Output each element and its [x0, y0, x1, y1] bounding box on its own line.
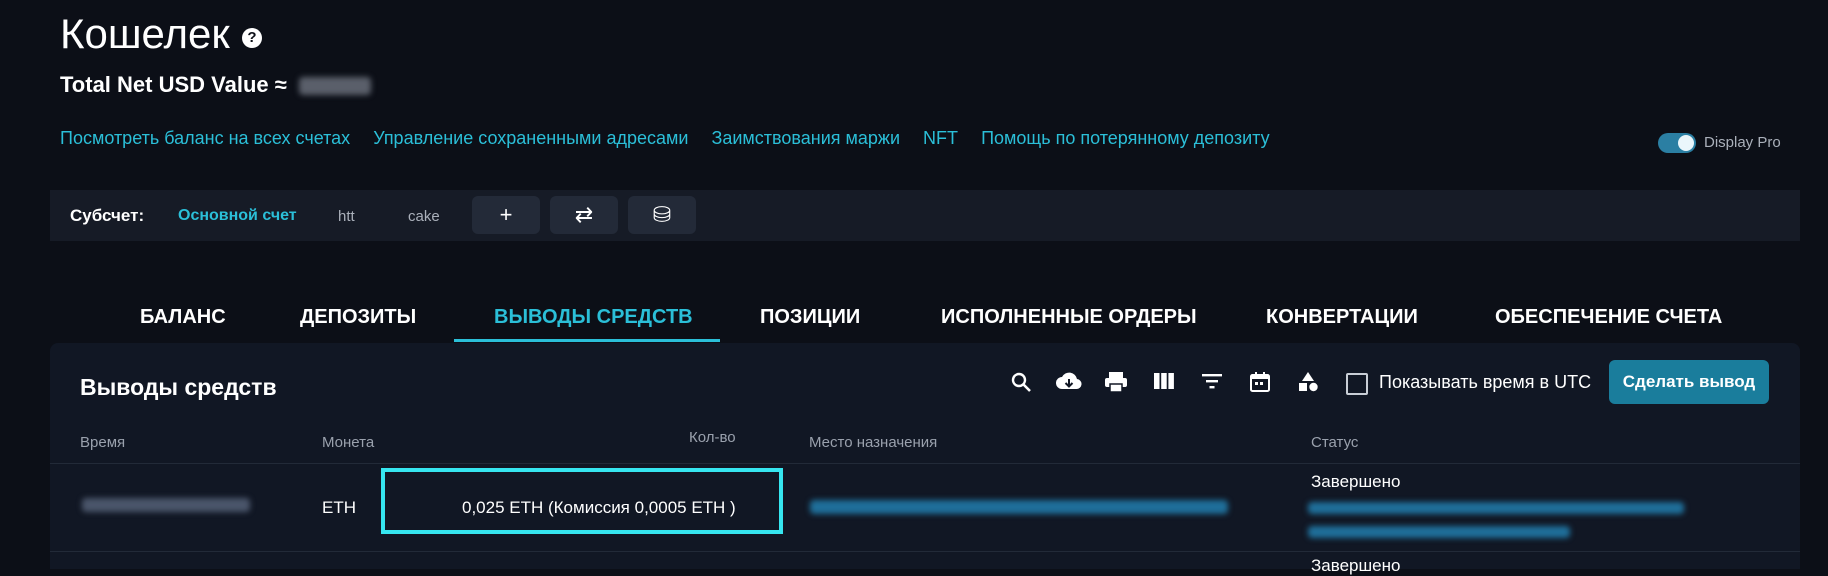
utc-label: Показывать время в UTC: [1379, 372, 1592, 392]
question-circle-icon[interactable]: ?: [242, 28, 262, 48]
destination-address-hidden[interactable]: [810, 500, 1228, 514]
link-saved-addresses[interactable]: Управление сохраненными адресами: [373, 128, 688, 148]
transfer-icon: ⇄: [574, 202, 594, 227]
download-icon[interactable]: [1055, 370, 1082, 396]
active-tab-indicator: [454, 339, 720, 342]
column-header-coin[interactable]: Монета: [322, 434, 374, 451]
link-lost-deposit[interactable]: Помощь по потерянному депозиту: [981, 128, 1270, 148]
net-value-label: Total Net USD Value ≈: [60, 72, 287, 97]
tab-conversions[interactable]: КОНВЕРТАЦИИ: [1266, 306, 1418, 329]
column-header-amount[interactable]: Кол-во: [689, 429, 736, 446]
subaccount-bar: [50, 190, 1800, 241]
add-subaccount-button[interactable]: +: [472, 196, 540, 234]
display-pro-label: Display Pro: [1704, 134, 1781, 151]
tab-withdrawals[interactable]: ВЫВОДЫ СРЕДСТВ: [494, 306, 693, 329]
tab-balance[interactable]: БАЛАНС: [140, 306, 226, 329]
display-pro-toggle[interactable]: [1658, 133, 1696, 153]
page-title: Кошелек: [60, 10, 230, 57]
manage-icon: ⛁: [652, 202, 672, 227]
total-net-value: Total Net USD Value ≈: [60, 72, 371, 98]
tab-account-collateral[interactable]: ОБЕСПЕЧЕНИЕ СЧЕТА: [1495, 306, 1722, 329]
print-icon[interactable]: [1103, 370, 1129, 396]
net-value-hidden: [298, 77, 371, 96]
wallet-tabs: БАЛАНС ДЕПОЗИТЫ ВЫВОДЫ СРЕДСТВ ПОЗИЦИИ И…: [0, 296, 1828, 344]
subaccount-label: Субсчет:: [70, 206, 145, 225]
utc-checkbox[interactable]: [1346, 373, 1368, 395]
filter-icon[interactable]: [1199, 370, 1225, 396]
calendar-icon[interactable]: [1247, 370, 1273, 396]
row-status: Завершено: [1311, 556, 1401, 575]
column-header-time[interactable]: Время: [80, 434, 125, 451]
transfer-button[interactable]: ⇄: [550, 196, 618, 234]
link-margin-loans[interactable]: Заимствования маржи: [711, 128, 900, 148]
shapes-icon[interactable]: [1295, 370, 1321, 396]
link-nft[interactable]: NFT: [923, 128, 958, 148]
subaccount-cake[interactable]: cake: [408, 208, 440, 225]
column-header-destination[interactable]: Место назначения: [809, 434, 937, 451]
txid-hidden[interactable]: [1308, 502, 1684, 514]
columns-icon[interactable]: [1151, 370, 1177, 396]
manage-subaccounts-button[interactable]: ⛁: [628, 196, 696, 234]
tab-deposits[interactable]: ДЕПОЗИТЫ: [300, 306, 416, 329]
panel-title: Выводы средств: [80, 374, 277, 400]
column-header-status[interactable]: Статус: [1311, 434, 1358, 451]
make-withdrawal-button[interactable]: Сделать вывод: [1609, 360, 1769, 404]
txid-hidden-2[interactable]: [1308, 526, 1570, 538]
tab-positions[interactable]: ПОЗИЦИИ: [760, 306, 860, 329]
subaccount-htt[interactable]: htt: [338, 208, 355, 225]
row-status: Завершено: [1311, 472, 1401, 491]
row-divider: [50, 551, 1800, 552]
tab-filled-orders[interactable]: ИСПОЛНЕННЫЕ ОРДЕРЫ: [941, 306, 1197, 329]
time-hidden: [82, 498, 250, 512]
row-amount: 0,025 ETH (Комиссия 0,0005 ETH ): [462, 498, 736, 517]
header-divider: [50, 463, 1800, 464]
link-all-balances[interactable]: Посмотреть баланс на всех счетах: [60, 128, 350, 148]
search-icon[interactable]: [1008, 370, 1034, 396]
plus-icon: +: [499, 202, 513, 227]
row-coin: ETH: [322, 498, 356, 517]
wallet-links: Посмотреть баланс на всех счетах Управле…: [60, 128, 1288, 149]
subaccount-main[interactable]: Основной счет: [178, 207, 297, 225]
